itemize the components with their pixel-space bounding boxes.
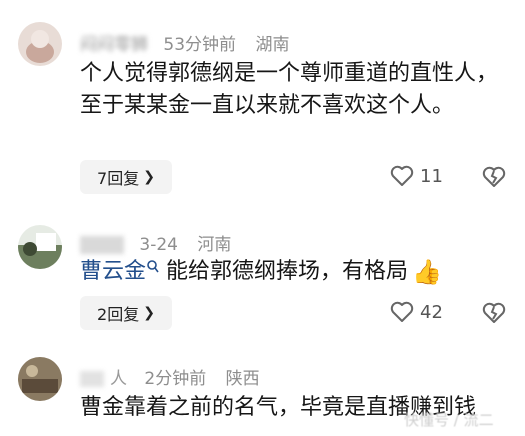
dislike-button[interactable] — [482, 302, 506, 328]
dislike-button[interactable] — [482, 166, 506, 192]
timestamp: 3-24 — [139, 235, 178, 255]
comment-meta: 人 2分钟前 陕西 — [80, 364, 260, 389]
broken-heart-icon — [482, 166, 506, 187]
reply-count-button[interactable]: 7回复 ❯ — [80, 160, 172, 194]
heart-outline-icon — [390, 165, 414, 186]
like-button[interactable]: 11 — [390, 165, 443, 187]
timestamp: 53分钟前 — [163, 35, 237, 55]
reply-count-label: 2回复 — [97, 305, 140, 324]
avatar-image-icon — [18, 225, 62, 269]
avatar[interactable] — [18, 357, 62, 401]
reply-count-label: 7回复 — [97, 169, 140, 188]
comment-text: 个人觉得郭德纲是一个尊师重道的直性人，至于某某金一直以来就不喜欢这个人。 — [80, 61, 499, 118]
avatar[interactable] — [18, 22, 62, 66]
location: 河南 — [197, 235, 232, 255]
verified-search-icon — [147, 260, 159, 273]
avatar-image-icon — [18, 22, 62, 66]
thumbs-up-emoji: 👍 — [412, 258, 442, 286]
heart-outline-icon — [390, 301, 414, 322]
avatar-image-icon — [18, 357, 62, 401]
broken-heart-icon — [482, 302, 506, 323]
username-redacted[interactable] — [80, 236, 124, 254]
comment-meta: 3-24 河南 — [80, 230, 231, 255]
like-count: 11 — [420, 165, 443, 187]
username-redacted-block[interactable] — [80, 371, 104, 387]
chevron-right-icon: ❯ — [143, 305, 155, 321]
location: 陕西 — [225, 369, 260, 389]
comment-meta: 闷闷零狮 53分钟前 湖南 — [80, 30, 289, 55]
comment-text: 能给郭德纲捧场，有格局 — [166, 259, 409, 284]
like-count: 42 — [420, 301, 443, 323]
timestamp: 2分钟前 — [144, 369, 207, 389]
mention-link[interactable]: 曹云金 — [80, 259, 146, 284]
comment-text-line: 曹云金 能给郭德纲捧场，有格局 👍 — [80, 256, 500, 288]
username[interactable]: 闷闷零狮 — [80, 30, 148, 55]
like-button[interactable]: 42 — [390, 301, 443, 323]
chevron-right-icon: ❯ — [143, 169, 155, 185]
location: 湖南 — [255, 35, 290, 55]
watermark: 快懂号 / 流二 — [404, 411, 494, 429]
avatar[interactable] — [18, 225, 62, 269]
username[interactable]: 人 — [110, 369, 127, 389]
reply-count-button[interactable]: 2回复 ❯ — [80, 296, 172, 330]
